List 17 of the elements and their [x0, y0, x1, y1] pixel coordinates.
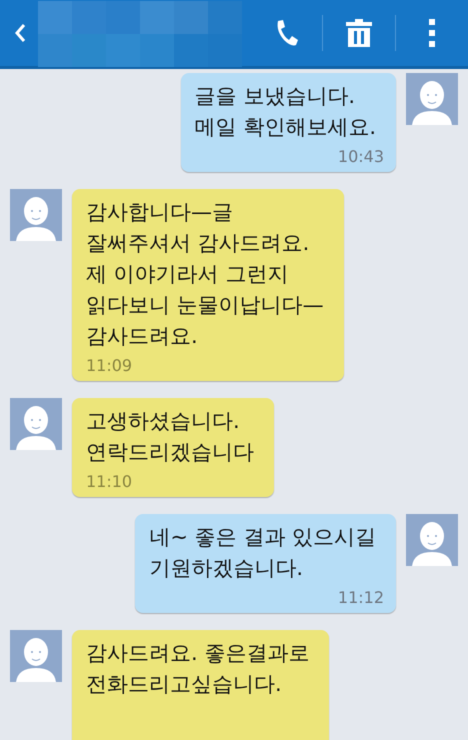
message-time: 10:43: [336, 147, 384, 166]
avatar: [10, 189, 62, 241]
avatar: [406, 73, 458, 125]
avatar: [10, 630, 62, 682]
message-time: 11:12: [336, 588, 384, 607]
avatar: [406, 514, 458, 566]
message-text: 감사드려요. 좋은결과로 전화드리고싶습니다.: [86, 640, 310, 698]
message-text: 네~ 좋은 결과 있으시길 기원하겠습니다.: [149, 524, 376, 582]
message-time: 11:09: [86, 356, 134, 375]
back-icon: [13, 22, 27, 44]
message-text: 고생하셨습니다. 연락드리겠습니다: [86, 408, 254, 466]
trash-icon: [346, 19, 372, 47]
more-icon: [428, 19, 436, 47]
avatar: [10, 398, 62, 450]
message-text: 감사합니다—글 잘써주셔서 감사드려요. 제 이야기라서 그런지 읽다보니 눈물이납니다— 감사드려요.: [86, 199, 324, 350]
message-time: 11:10: [86, 472, 134, 491]
message-text: 글을 보냈습니다. 메일 확인해보세요.: [194, 83, 376, 141]
